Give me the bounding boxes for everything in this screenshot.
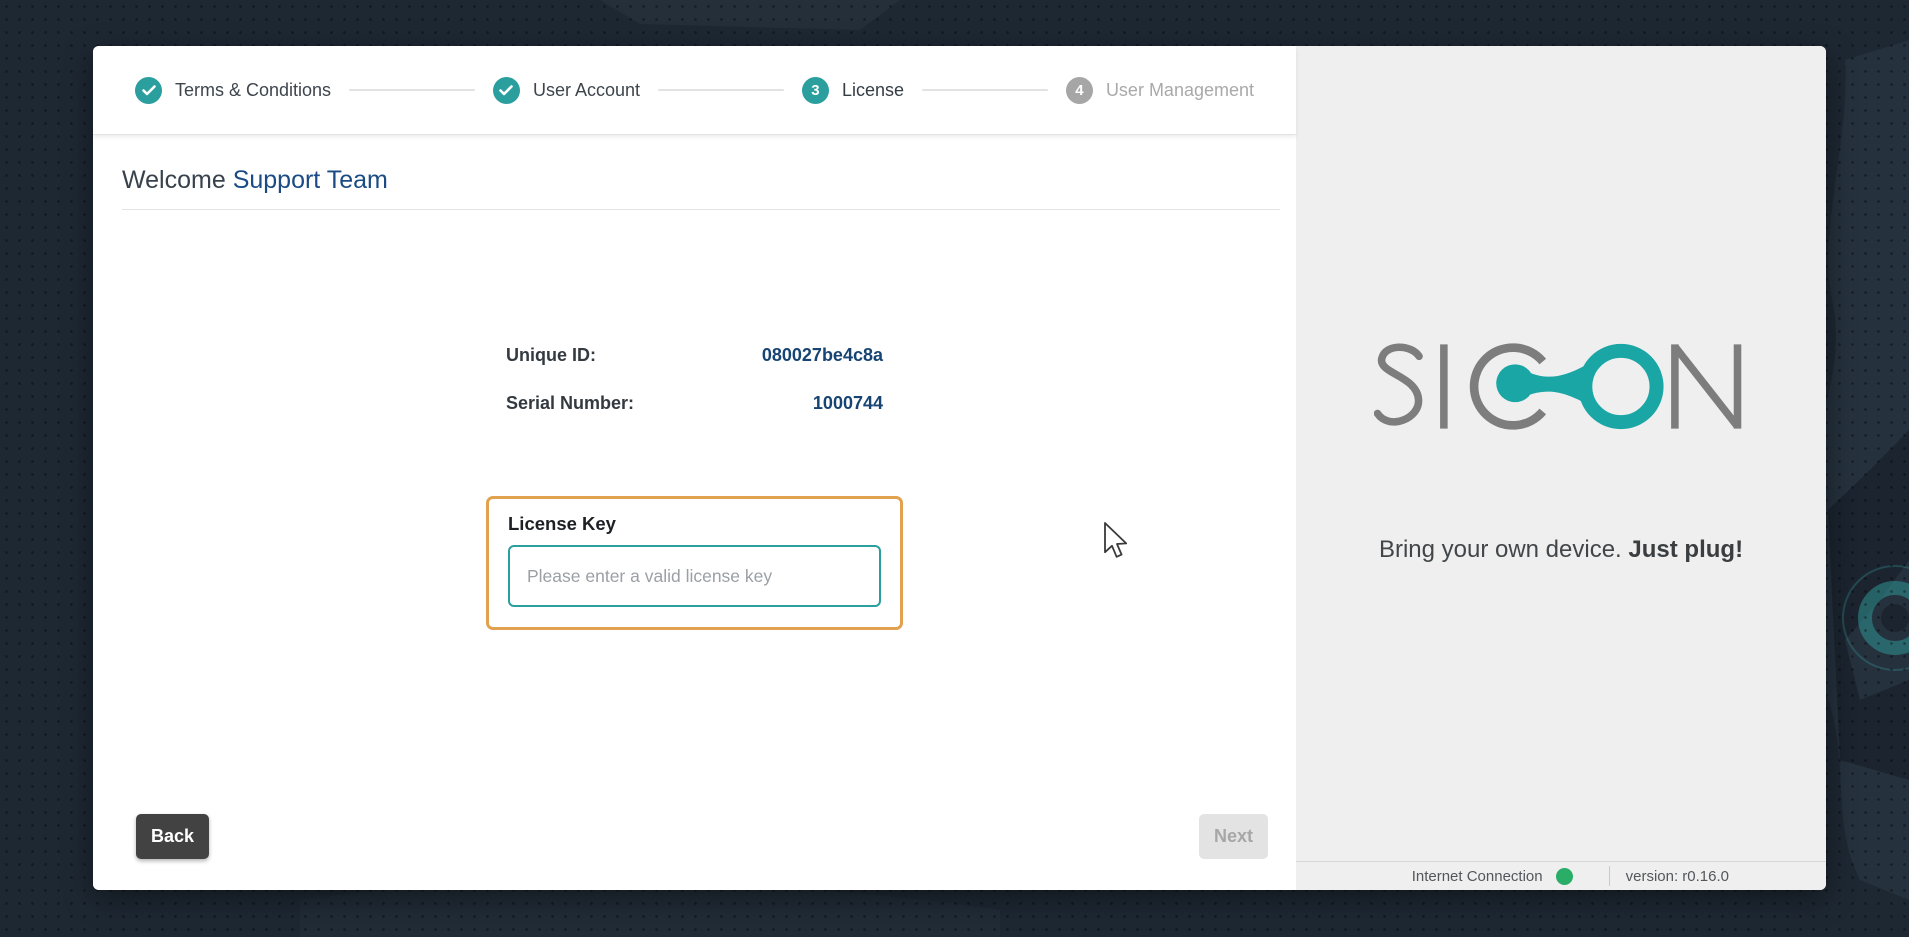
step-number-badge: 4 <box>1066 77 1093 104</box>
status-divider <box>1609 866 1610 886</box>
serial-number-label: Serial Number: <box>506 393 634 414</box>
license-key-input[interactable] <box>508 545 881 607</box>
page-title: Welcome Support Team <box>122 166 1280 210</box>
step-label-user-account: User Account <box>533 80 640 101</box>
welcome-user-name: Support Team <box>233 166 388 194</box>
next-button[interactable]: Next <box>1199 814 1268 859</box>
brand-side-panel: Bring your own device. Just plug! Intern… <box>1296 46 1826 890</box>
unique-id-label: Unique ID: <box>506 345 596 366</box>
wizard-content: Welcome Support Team Unique ID: 080027be… <box>93 135 1296 890</box>
stepper-connector <box>349 89 475 91</box>
license-key-highlight-box: License Key <box>486 496 903 630</box>
step-label-terms: Terms & Conditions <box>175 80 331 101</box>
unique-id-value: 080027be4c8a <box>762 345 883 366</box>
setup-wizard-card: Terms & Conditions User Account 3 Licens… <box>93 46 1826 890</box>
stepper-step-user-account[interactable]: User Account <box>493 77 640 104</box>
stepper-step-user-management[interactable]: 4 User Management <box>1066 77 1254 104</box>
internet-connection-label: Internet Connection <box>1412 868 1543 885</box>
tagline-regular: Bring your own device. <box>1379 536 1628 563</box>
device-info-block: Unique ID: 080027be4c8a Serial Number: 1… <box>486 345 903 441</box>
stepper-connector <box>658 89 784 91</box>
wizard-main-panel: Terms & Conditions User Account 3 Licens… <box>93 46 1296 890</box>
version-label: version: r0.16.0 <box>1626 868 1729 885</box>
step-check-icon <box>135 77 162 104</box>
step-number-badge: 3 <box>802 77 829 104</box>
back-button[interactable]: Back <box>136 814 209 859</box>
stepper-step-terms[interactable]: Terms & Conditions <box>135 77 331 104</box>
unique-id-row: Unique ID: 080027be4c8a <box>486 345 903 366</box>
stepper-step-license[interactable]: 3 License <box>802 77 904 104</box>
sicon-logo <box>1374 339 1748 434</box>
step-label-license: License <box>842 80 904 101</box>
stepper-connector <box>922 89 1048 91</box>
step-label-user-management: User Management <box>1106 80 1254 101</box>
connection-status-icon <box>1556 868 1573 885</box>
brand-tagline: Bring your own device. Just plug! <box>1379 536 1743 564</box>
step-check-icon <box>493 77 520 104</box>
license-key-label: License Key <box>508 513 881 535</box>
serial-number-row: Serial Number: 1000744 <box>486 393 903 414</box>
serial-number-value: 1000744 <box>813 393 883 414</box>
welcome-prefix: Welcome <box>122 166 233 194</box>
wizard-stepper: Terms & Conditions User Account 3 Licens… <box>93 46 1296 135</box>
status-bar: Internet Connection version: r0.16.0 <box>1296 861 1826 890</box>
wizard-footer: Back Next <box>93 814 1296 890</box>
tagline-bold: Just plug! <box>1628 536 1743 563</box>
